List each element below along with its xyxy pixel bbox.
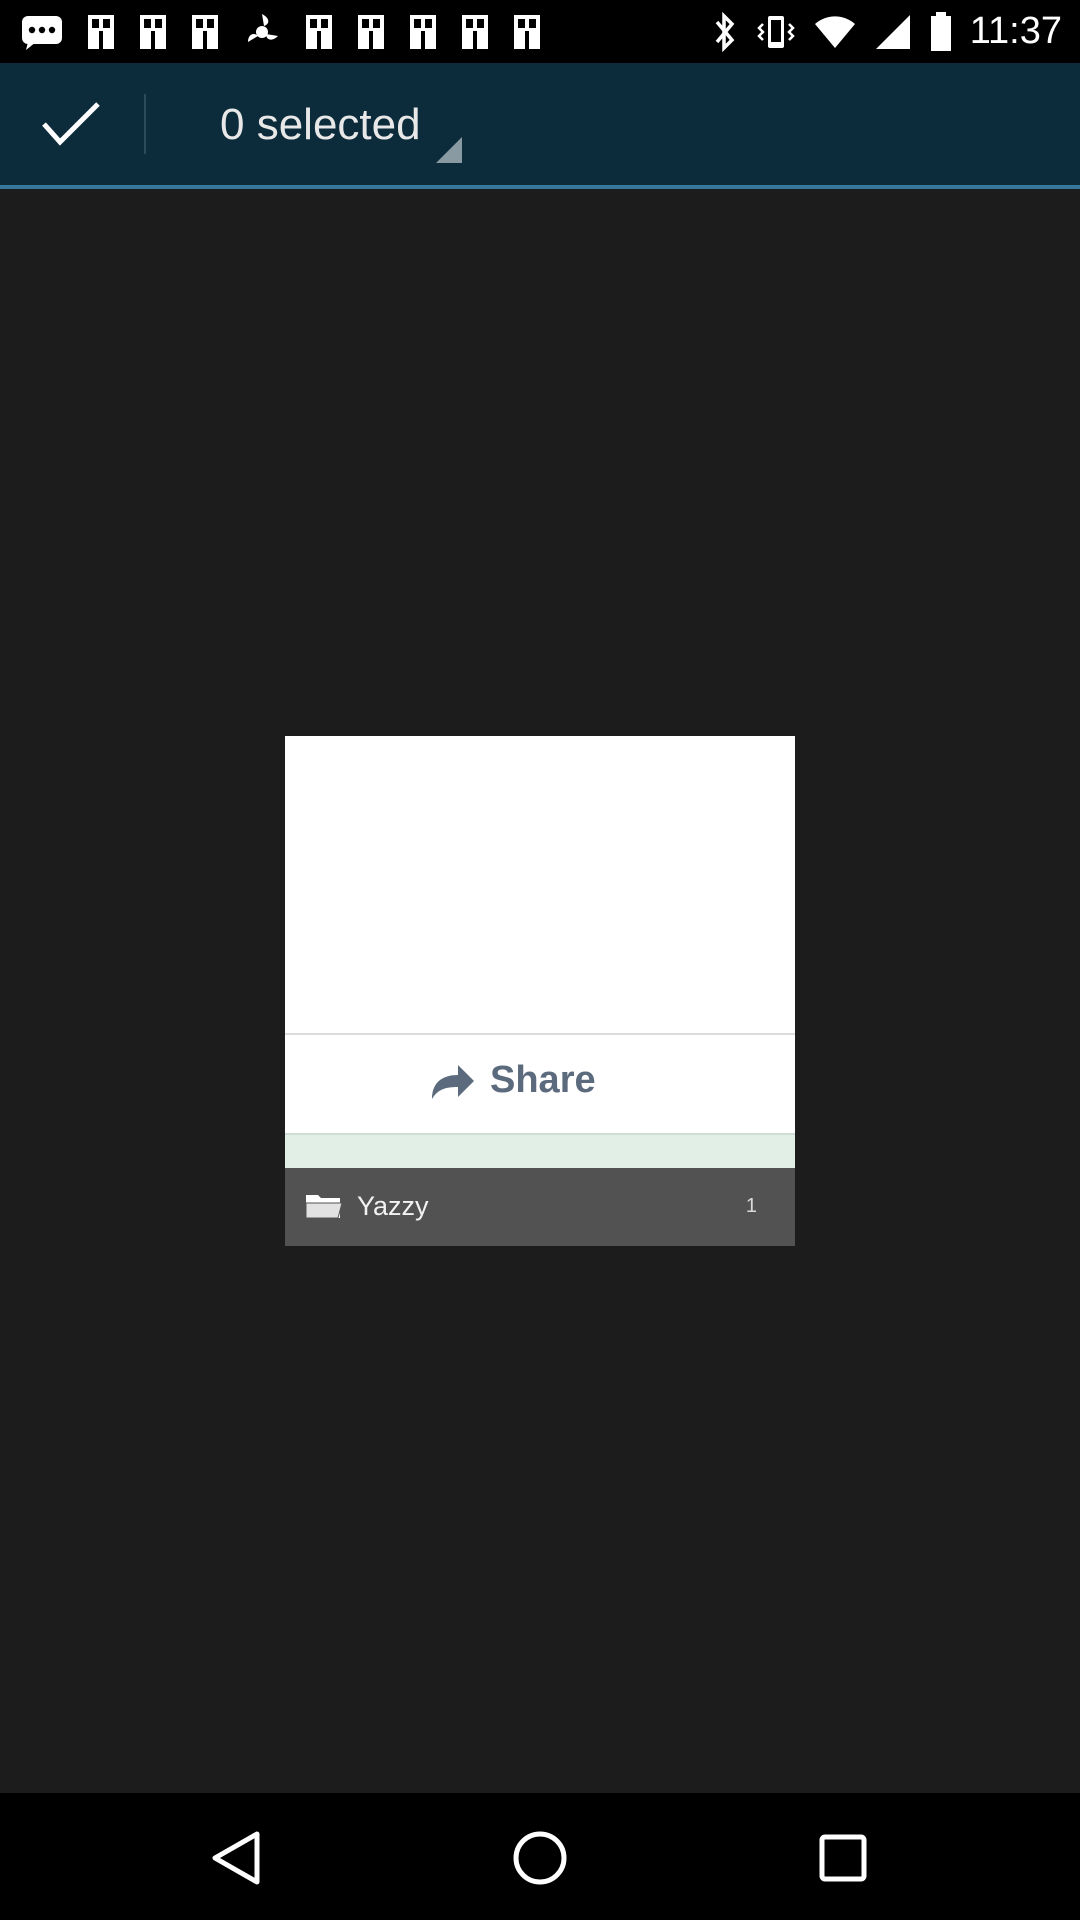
album-name: Yazzy	[357, 1191, 429, 1221]
photo-icon	[460, 13, 490, 51]
system-icons: 11:37	[712, 0, 1062, 63]
settings-icon	[242, 12, 282, 52]
photo-icon	[304, 13, 334, 51]
selection-count: 0 selected	[220, 100, 421, 149]
signal-icon	[874, 13, 912, 51]
selection-dropdown[interactable]: 0 selected	[180, 63, 480, 185]
back-button[interactable]	[192, 1813, 282, 1903]
clock: 11:37	[969, 10, 1062, 52]
battery-icon	[930, 11, 952, 52]
done-button[interactable]	[0, 63, 142, 185]
album-label-bar: Yazzy 1	[285, 1168, 795, 1246]
recents-icon	[819, 1834, 867, 1882]
screen: 11:37 0 selected Share Yazzy 1	[0, 0, 1080, 1920]
navigation-bar	[0, 1793, 1080, 1920]
home-button[interactable]	[495, 1813, 585, 1903]
album-item-count: 1	[745, 1195, 757, 1217]
vibrate-icon	[756, 12, 796, 52]
photo-icon	[408, 13, 438, 51]
back-icon	[212, 1831, 260, 1885]
share-label: Share	[490, 1059, 596, 1101]
action-bar: 0 selected	[0, 63, 1080, 185]
action-bar-underline	[0, 185, 1080, 189]
photo-icon	[86, 13, 116, 51]
photo-icon	[512, 13, 542, 51]
wifi-icon	[814, 14, 856, 50]
thumbnail-share-row: Share	[285, 1035, 795, 1133]
action-bar-divider	[144, 94, 146, 154]
dropdown-triangle-icon	[436, 137, 462, 163]
status-bar: 11:37	[0, 0, 1080, 63]
recents-button[interactable]	[798, 1813, 888, 1903]
photo-icon	[190, 13, 220, 51]
notification-icons	[20, 12, 564, 52]
folder-icon	[305, 1195, 343, 1219]
home-icon	[513, 1831, 567, 1885]
bluetooth-icon	[712, 11, 738, 52]
thumbnail-strip	[285, 1133, 795, 1168]
photo-icon	[356, 13, 386, 51]
checkmark-icon	[42, 102, 100, 146]
share-arrow-icon	[432, 1064, 474, 1099]
message-icon	[20, 12, 64, 52]
photo-icon	[138, 13, 168, 51]
album-thumbnail[interactable]: Share Yazzy 1	[285, 736, 795, 1246]
